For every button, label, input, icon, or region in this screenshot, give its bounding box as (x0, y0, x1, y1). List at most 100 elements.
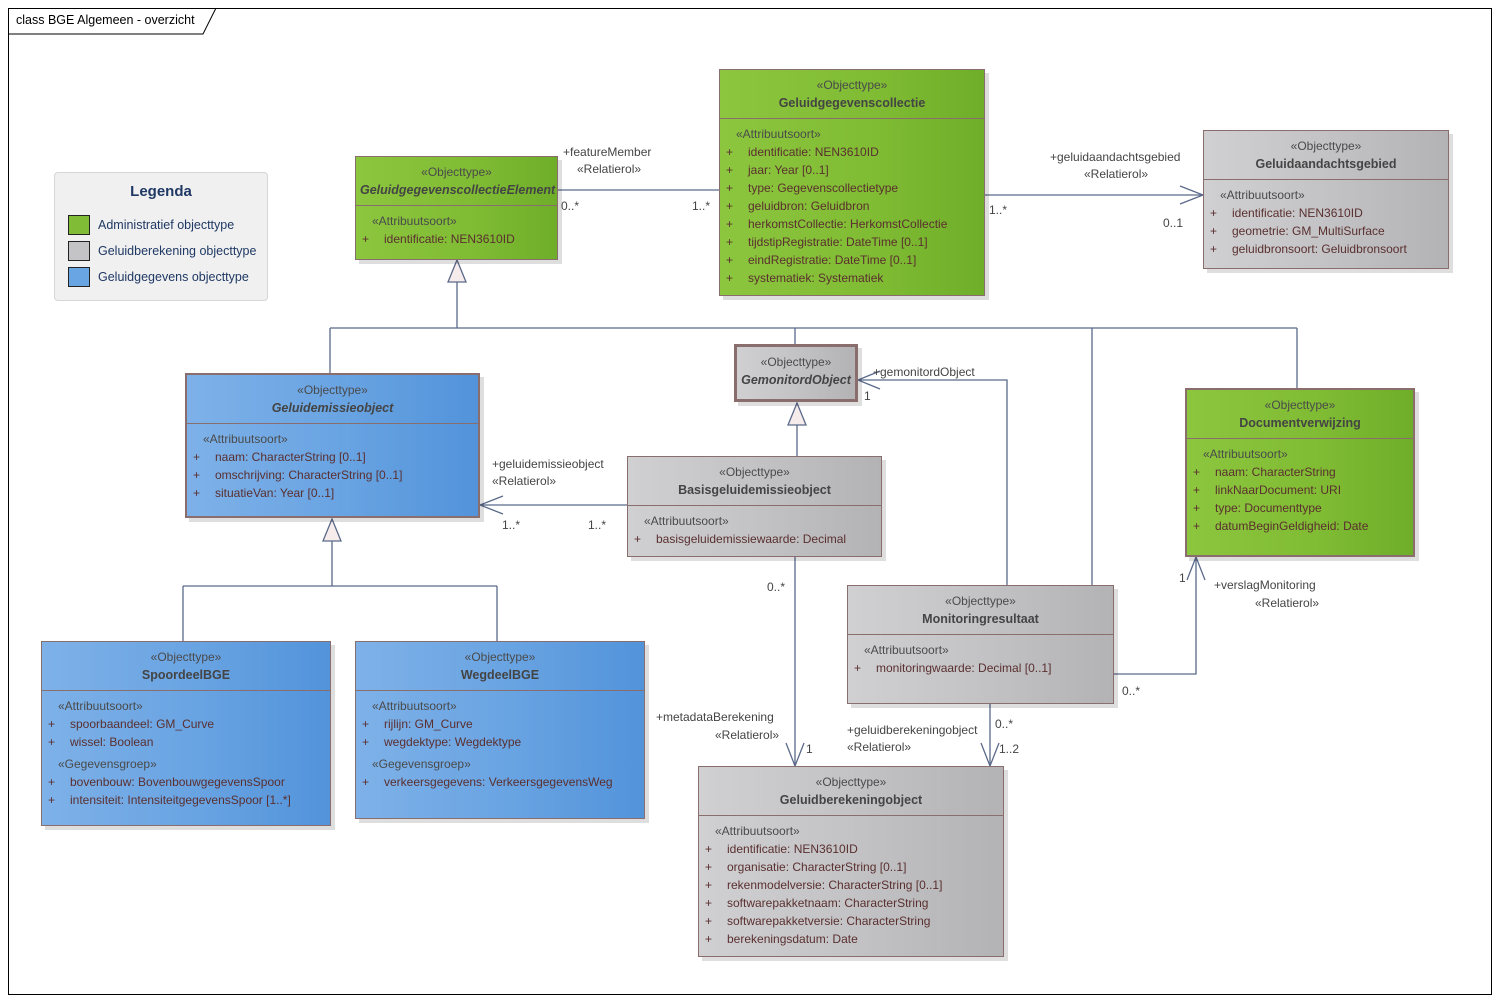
class-geluidberekeningobject[interactable]: «Objecttype» Geluidberekeningobject «Attri… (698, 766, 1004, 957)
attribute-text: basisgeluidemissiewaarde: Decimal (656, 532, 847, 546)
visibility-public-icon: + (726, 235, 734, 249)
attribute-row[interactable]: + softwarepakketversie: CharacterString (703, 912, 999, 930)
legend-item-geluidberekening: Geluidberekening objecttype (68, 240, 256, 262)
attribute-section-stereotype: «Attribuutsoort» (1203, 447, 1288, 461)
visibility-public-icon: + (48, 717, 56, 731)
multiplicity-label: 1..* (502, 518, 521, 532)
attribute-text: rijlijn: GM_Curve (384, 717, 473, 731)
class-stereotype: «Objecttype» (1264, 398, 1336, 412)
attribute-row[interactable]: + jaar: Year [0..1] (724, 161, 980, 179)
class-stereotype: «Objecttype» (150, 650, 222, 664)
attribute-row[interactable]: + spoorbaandeel: GM_Curve (46, 715, 326, 733)
class-name: GemonitordObject (741, 373, 851, 387)
class-stereotype: «Objecttype» (760, 355, 832, 369)
class-stereotype: «Objecttype» (815, 775, 887, 789)
attribute-text: situatieVan: Year [0..1] (215, 486, 335, 500)
multiplicity-label: 1..* (692, 199, 711, 213)
attribute-section-stereotype: «Attribuutsoort» (372, 214, 457, 228)
class-gemonitordObject[interactable]: «Objecttype» GemonitordObject (734, 344, 858, 402)
visibility-public-icon: + (726, 181, 734, 195)
attribute-row[interactable]: + tijdstipRegistratie: DateTime [0..1] (724, 233, 980, 251)
class-wegdeelBGE[interactable]: «Objecttype» WegdeelBGE «Attribuutsoort» + r… (355, 641, 645, 819)
attribute-row[interactable]: + intensiteit: IntensiteitgegevensSpoor [… (46, 791, 326, 809)
visibility-public-icon: + (48, 735, 56, 749)
attribute-row[interactable]: + bovenbouw: BovenbouwgegevensSpoor (46, 773, 326, 791)
legend-swatch-green (68, 215, 90, 235)
attribute-row[interactable]: + naam: CharacterString [0..1] (191, 448, 474, 466)
class-name: WegdeelBGE (460, 668, 540, 682)
class-attributes-compartment: «Attribuutsoort» + naam: CharacterString [… (187, 424, 478, 508)
class-geluidaandachtsgebied[interactable]: «Objecttype» Geluidaandachtsgebied «Attrib… (1203, 130, 1449, 269)
attribute-row[interactable]: + datumBeginGeldigheid: Date (1191, 517, 1409, 535)
visibility-public-icon: + (362, 717, 370, 731)
attribute-row[interactable]: + naam: CharacterString (1191, 463, 1409, 481)
attribute-text: tijdstipRegistratie: DateTime [0..1] (748, 235, 928, 249)
attribute-row[interactable]: + omschrijving: CharacterString [0..1] (191, 466, 474, 484)
attribute-row[interactable]: + geluidbronsoort: Geluidbronsoort (1208, 240, 1444, 258)
attribute-row[interactable]: + eindRegistratie: DateTime [0..1] (724, 251, 980, 269)
attribute-row[interactable]: + rekenmodelversie: CharacterString [0..1… (703, 876, 999, 894)
attribute-text: monitoringwaarde: Decimal [0..1] (876, 661, 1052, 675)
class-name: Basisgeluidemissieobject (678, 483, 831, 497)
class-header: «Objecttype» Geluidgegevenscollectie (720, 70, 984, 119)
attribute-row[interactable]: + monitoringwaarde: Decimal [0..1] (852, 659, 1109, 677)
attribute-row[interactable]: + verkeersgegevens: VerkeersgegevensWeg (360, 773, 640, 791)
class-monitoringresultaat[interactable]: «Objecttype» Monitoringresultaat «Attribuu… (847, 585, 1114, 704)
class-basisgeluidemissieobject[interactable]: «Objecttype» Basisgeluidemissieobject «Att… (627, 456, 882, 557)
class-geluidemissieobject[interactable]: «Objecttype» Geluidemissieobject «Attribuu… (185, 373, 480, 518)
class-attributes-compartment: «Attribuutsoort» + identificatie: NEN3610I… (1204, 180, 1448, 264)
visibility-public-icon: + (1193, 501, 1201, 515)
role-label-gemonitordObject: +gemonitordObject (873, 365, 975, 379)
attribute-row[interactable]: + wissel: Boolean (46, 733, 326, 751)
attribute-text: naam: CharacterString [0..1] (215, 450, 366, 464)
class-stereotype: «Objecttype» (421, 165, 492, 179)
attribute-row[interactable]: + geluidbron: Geluidbron (724, 197, 980, 215)
class-geluidgegevenscollectieElement[interactable]: «Objecttype» GeluidgegevenscollectieEleme… (355, 156, 558, 260)
class-header: «Objecttype» SpoordeelBGE (42, 642, 330, 691)
attribute-text: datumBeginGeldigheid: Date (1215, 519, 1369, 533)
class-documentverwijzing[interactable]: «Objecttype» Documentverwijzing «Attribuut… (1185, 388, 1415, 557)
visibility-public-icon: + (726, 145, 734, 159)
attribute-row[interactable]: + type: Gegevenscollectietype (724, 179, 980, 197)
attribute-row[interactable]: + rijlijn: GM_Curve (360, 715, 640, 733)
role-label-geluidberekeningobject: +geluidberekeningobject (847, 723, 978, 737)
attribute-row[interactable]: + berekeningsdatum: Date (703, 930, 999, 948)
attribute-row[interactable]: + herkomstCollectie: HerkomstCollectie (724, 215, 980, 233)
attribute-row[interactable]: + softwarepakketnaam: CharacterString (703, 894, 999, 912)
attribute-row[interactable]: + type: Documenttype (1191, 499, 1409, 517)
attribute-row[interactable]: + basisgeluidemissiewaarde: Decimal (632, 530, 877, 548)
attribute-row[interactable]: + identificatie: NEN3610ID (1208, 204, 1444, 222)
attribute-text: geluidbron: Geluidbron (748, 199, 870, 213)
attribute-row[interactable]: + linkNaarDocument: URI (1191, 481, 1409, 499)
class-attributes-compartment: «Attribuutsoort» + identificatie: NEN3610I… (699, 816, 1003, 954)
class-spoordeelBGE[interactable]: «Objecttype» SpoordeelBGE «Attribuutsoort»… (41, 641, 331, 826)
visibility-public-icon: + (362, 735, 370, 749)
visibility-public-icon: + (705, 914, 713, 928)
attribute-section-stereotype: «Attribuutsoort» (372, 699, 457, 713)
attribute-row[interactable]: + identificatie: NEN3610ID (360, 230, 553, 248)
visibility-public-icon: + (193, 486, 201, 500)
role-stereotype-featureMember: «Relatierol» (577, 162, 642, 176)
role-label-geluidaandachtsgebied: +geluidaandachtsgebied (1050, 150, 1181, 164)
visibility-public-icon: + (726, 163, 734, 177)
attribute-text: verkeersgegevens: VerkeersgegevensWeg (384, 775, 613, 789)
attribute-row[interactable]: + situatieVan: Year [0..1] (191, 484, 474, 502)
attribute-row[interactable]: + wegdektype: Wegdektype (360, 733, 640, 751)
attribute-row[interactable]: + systematiek: Systematiek (724, 269, 980, 287)
class-name: Monitoringresultaat (922, 612, 1039, 626)
multiplicity-label: 1..* (588, 518, 607, 532)
attribute-text: spoorbaandeel: GM_Curve (70, 717, 215, 731)
attribute-row[interactable]: + geometrie: GM_MultiSurface (1208, 222, 1444, 240)
visibility-public-icon: + (634, 532, 642, 546)
class-geluidgegevenscollectie[interactable]: «Objecttype» Geluidgegevenscollectie «Attr… (719, 69, 985, 296)
attribute-text: linkNaarDocument: URI (1215, 483, 1342, 497)
attribute-row[interactable]: + identificatie: NEN3610ID (724, 143, 980, 161)
role-stereotype-geluidaandachtsgebied: «Relatierol» (1084, 167, 1149, 181)
class-name: Geluidgegevenscollectie (778, 96, 926, 110)
visibility-public-icon: + (1210, 224, 1218, 238)
attribute-row[interactable]: + organisatie: CharacterString [0..1] (703, 858, 999, 876)
attribute-row[interactable]: + identificatie: NEN3610ID (703, 840, 999, 858)
legend-title: Legenda (130, 183, 192, 200)
role-label-geluidemissieobject: +geluidemissieobject (492, 457, 604, 471)
multiplicity-label: 1 (806, 742, 813, 756)
